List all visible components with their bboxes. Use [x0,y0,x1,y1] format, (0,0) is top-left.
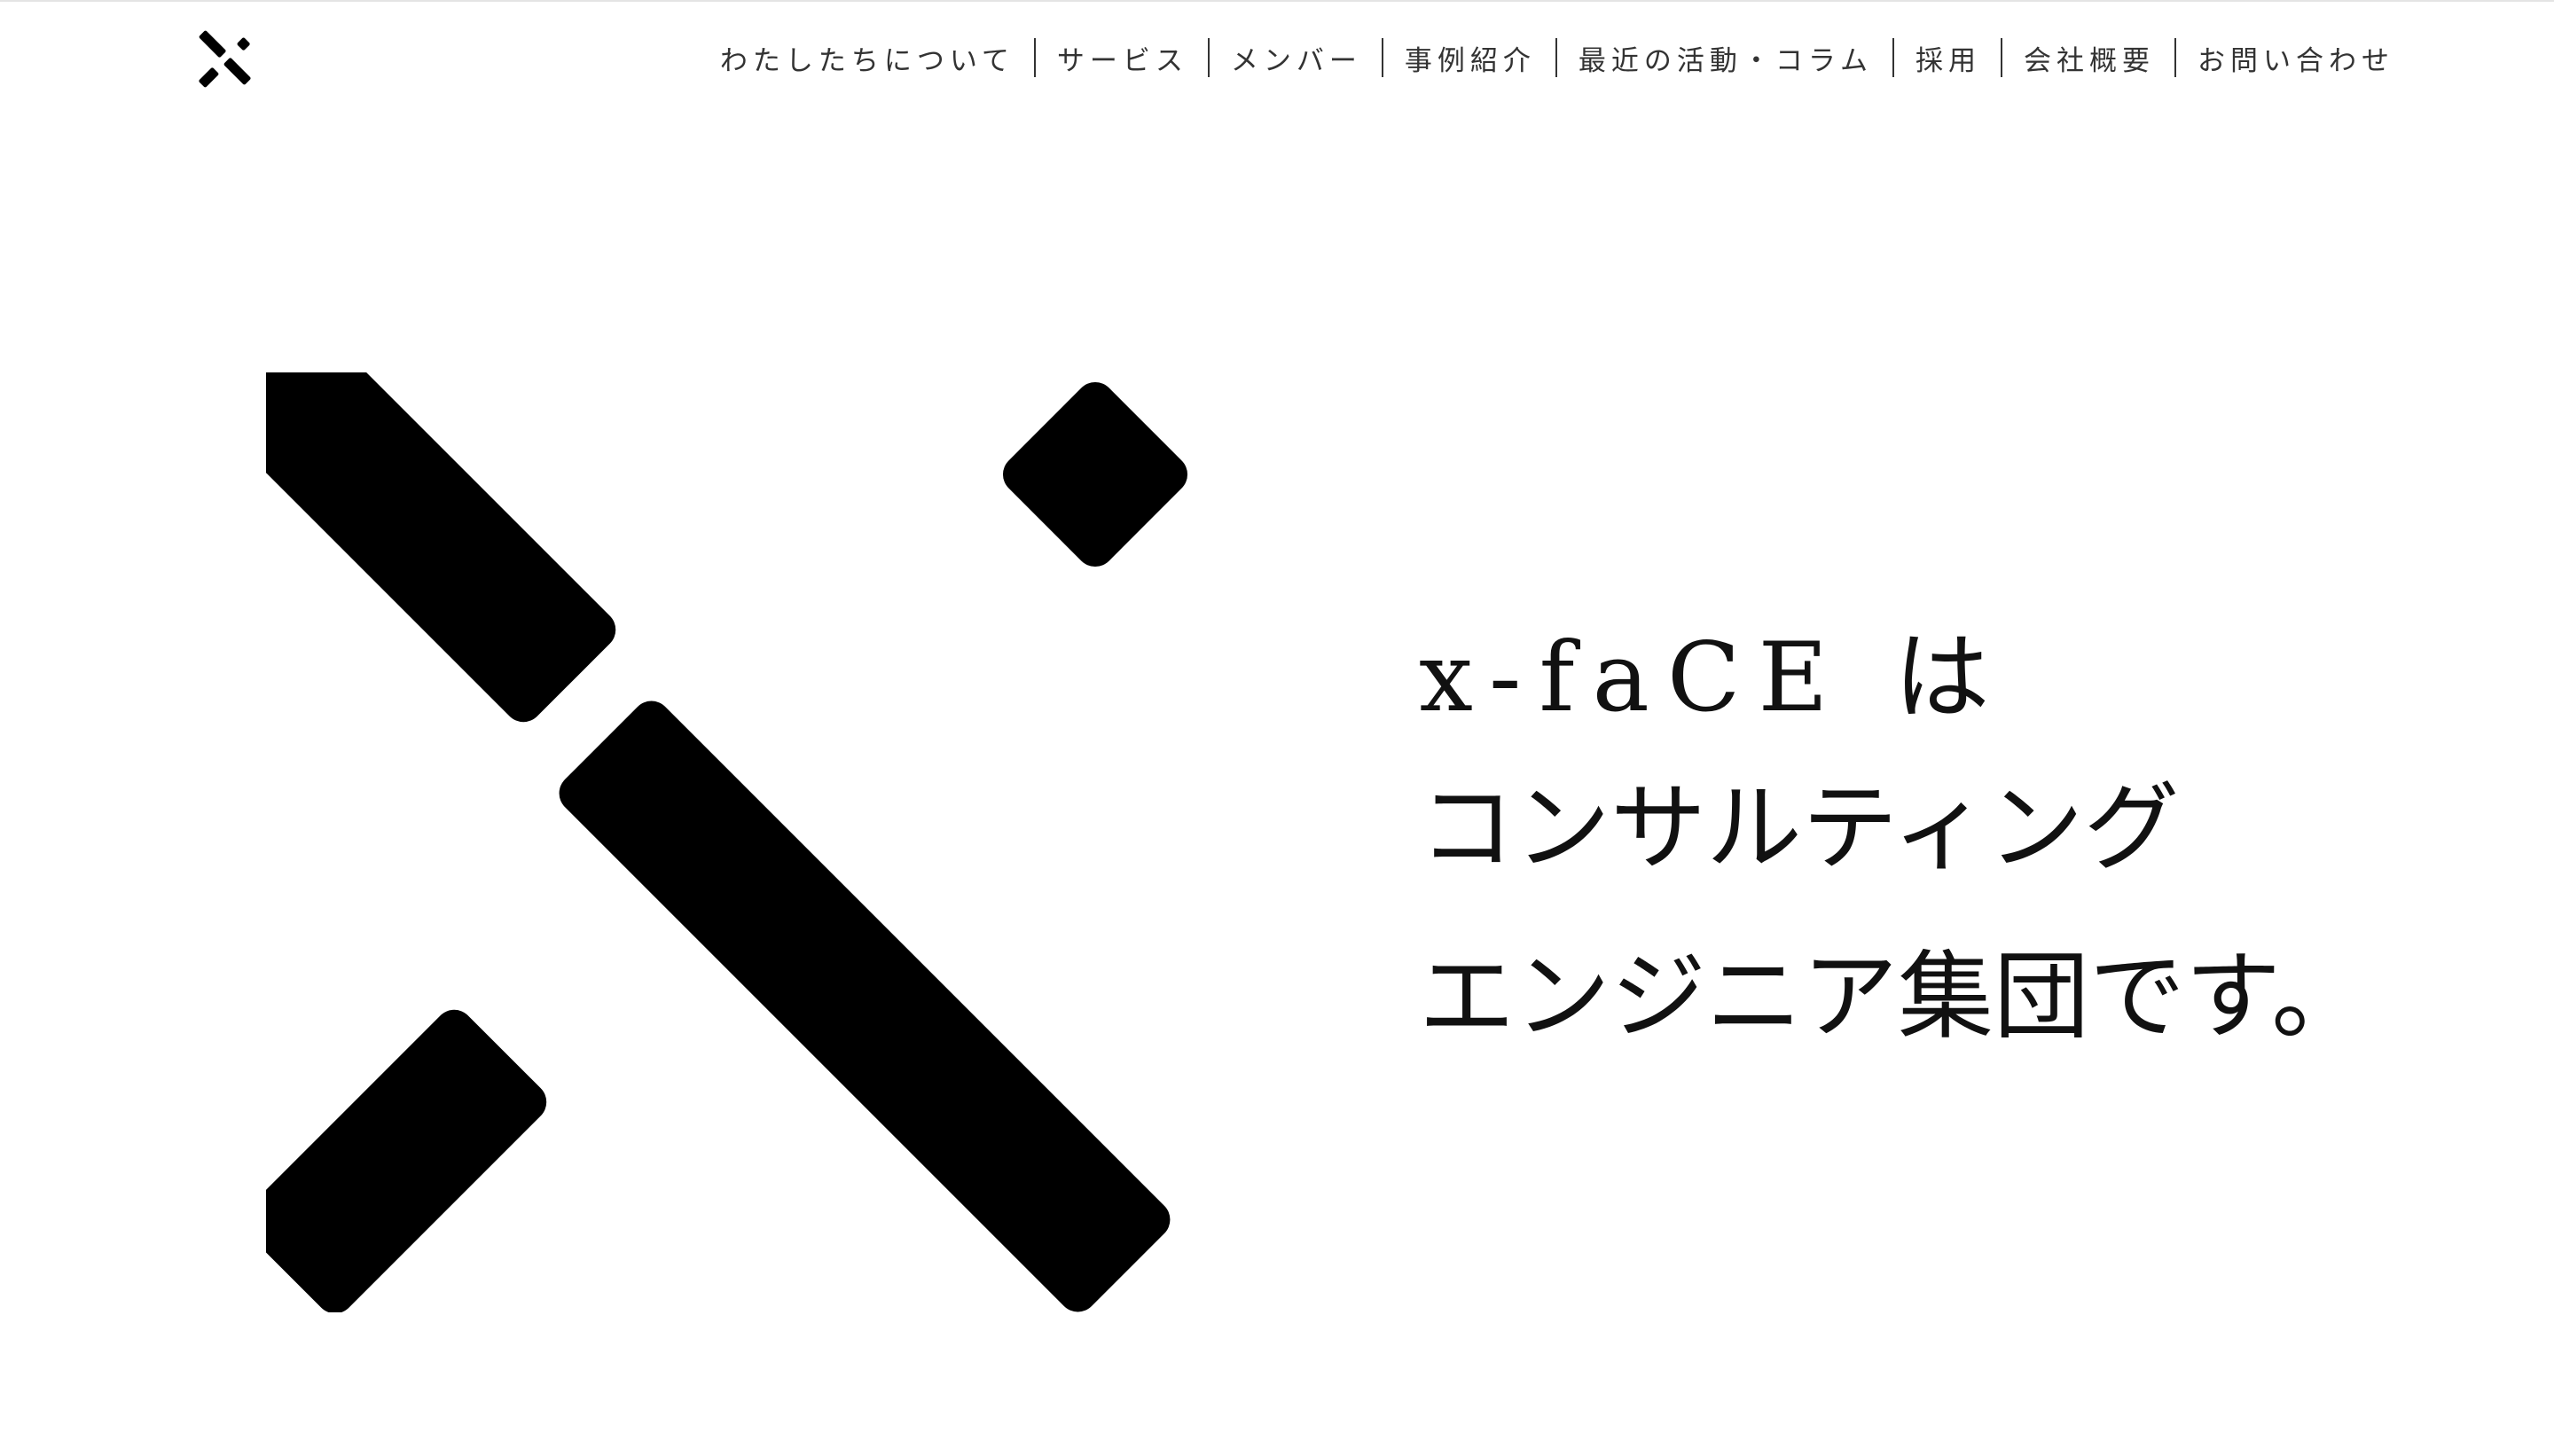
nav-divider [1892,38,1894,77]
nav-item-company[interactable]: 会社概要 [2024,38,2155,78]
nav-item-label: 採用 [1916,44,1981,77]
nav-divider [1033,38,1036,77]
nav-item-members[interactable]: メンバー [1231,38,1362,78]
nav-item-label: お問い合わせ [2198,44,2394,77]
nav-item-label: 事例紹介 [1404,44,1536,77]
x-face-mark-icon [199,30,251,88]
nav-item-contact[interactable]: お問い合わせ [2198,38,2394,78]
nav-item-label: 最近の活動・コラム [1578,44,1873,77]
nav-item-label: サービス [1056,44,1188,77]
nav-item-label: メンバー [1230,44,1362,77]
x-face-logo-link[interactable] [195,27,257,89]
nav-item-label: わたしたちについて [719,44,1015,77]
nav-item-activities-columns[interactable]: 最近の活動・コラム [1579,38,1873,78]
nav-item-label: 会社概要 [2024,44,2155,77]
main-nav: わたしたちについて サービス メンバー 事例紹介 最近の活動・コラム 採用 会社… [720,35,2394,80]
x-face-large-mark-icon [266,372,1188,1312]
hero-tagline: x-faCE は コンサルティング エンジニア集団です。 [1419,612,2439,1082]
nav-divider [1381,38,1383,77]
site-header: わたしたちについて サービス メンバー 事例紹介 最近の活動・コラム 採用 会社… [0,0,2554,115]
nav-divider [2174,38,2176,77]
hero-logo [266,372,1206,1312]
nav-item-recruit[interactable]: 採用 [1916,38,1981,78]
nav-divider [2001,38,2002,77]
nav-item-case-studies[interactable]: 事例紹介 [1405,38,1536,78]
nav-divider [1207,38,1210,77]
nav-item-services[interactable]: サービス [1057,38,1188,78]
tagline-line-3: エンジニア集団です。 [1419,942,2368,1053]
tagline-line-1: x-faCE は [1419,622,2008,733]
nav-item-about[interactable]: わたしたちについて [720,38,1015,78]
tagline-line-2: コンサルティング [1419,773,2180,884]
nav-divider [1555,38,1557,77]
